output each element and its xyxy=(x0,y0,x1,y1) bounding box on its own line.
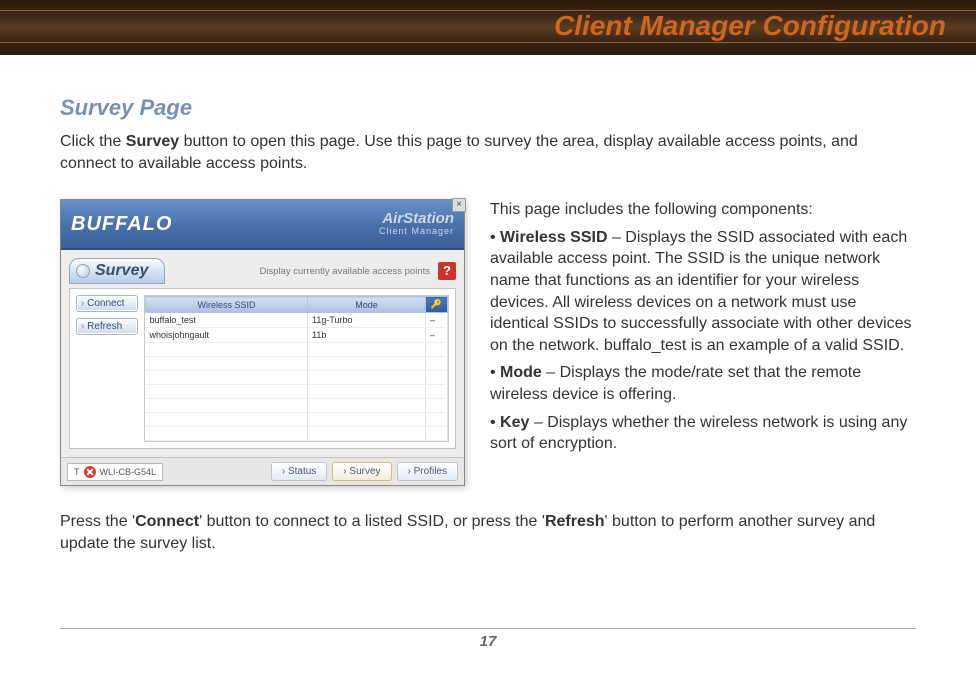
tab-status[interactable]: Status xyxy=(271,462,327,481)
table-row xyxy=(146,385,448,399)
window-body: Survey Display currently available acces… xyxy=(61,250,464,457)
tab-dot-icon xyxy=(76,264,90,278)
product-name: AirStation xyxy=(379,211,454,228)
table-row xyxy=(146,371,448,385)
col-key-icon[interactable]: 🔑 xyxy=(426,297,448,313)
caption-bar: Survey Display currently available acces… xyxy=(69,258,456,284)
bt-b2: Refresh xyxy=(545,513,605,530)
tab-profiles[interactable]: Profiles xyxy=(397,462,458,481)
caption-text: Display currently available access point… xyxy=(173,266,430,277)
cell-ssid: buffalo_test xyxy=(146,313,308,328)
bt-p2: ' button to connect to a listed SSID, or… xyxy=(199,513,545,530)
window-footer: T WLI-CB-G54L Status Survey Profiles xyxy=(61,457,464,485)
ssid-label: Wireless SSID xyxy=(500,229,607,246)
intro-suffix: button to open this page. Use this page … xyxy=(60,133,858,172)
cell-ssid: whoisjohngault xyxy=(146,328,308,343)
survey-tab-label: Survey xyxy=(95,262,148,280)
help-icon[interactable]: ? xyxy=(438,262,456,280)
intro-prefix: Click the xyxy=(60,133,126,150)
page-header-title: Client Manager Configuration xyxy=(554,10,946,42)
connect-button[interactable]: Connect xyxy=(76,295,138,312)
content: Survey Page Click the Survey button to o… xyxy=(0,55,976,554)
bullet-ssid: • Wireless SSID – Displays the SSID asso… xyxy=(490,227,916,357)
embedded-screenshot: × BUFFALO AirStation Client Manager Surv… xyxy=(60,199,465,486)
table-row[interactable]: whoisjohngault 11b – xyxy=(146,328,448,343)
table-row xyxy=(146,399,448,413)
ssid-text: – Displays the SSID associated with each… xyxy=(490,229,912,354)
table-row xyxy=(146,413,448,427)
header-band: Client Manager Configuration xyxy=(0,0,976,55)
cell-mode: 11g-Turbo xyxy=(308,313,426,328)
mode-text: – Displays the mode/rate set that the re… xyxy=(490,364,861,403)
components-intro: This page includes the following compone… xyxy=(490,199,916,221)
product-title: AirStation Client Manager xyxy=(379,211,454,237)
close-icon[interactable]: × xyxy=(452,198,466,212)
adapter-badge[interactable]: T WLI-CB-G54L xyxy=(67,463,163,481)
col-mode[interactable]: Mode xyxy=(308,297,426,313)
cell-key: – xyxy=(426,313,448,328)
product-subtitle: Client Manager xyxy=(379,227,454,237)
brand-logo: BUFFALO xyxy=(71,213,172,236)
survey-tab[interactable]: Survey xyxy=(69,258,165,284)
results-table: Wireless SSID Mode 🔑 buffalo_test 11g-Tu… xyxy=(144,295,449,442)
adapter-label: WLI-CB-G54L xyxy=(100,467,157,477)
bt-p1: Press the ' xyxy=(60,513,135,530)
table-row[interactable]: buffalo_test 11g-Turbo – xyxy=(146,313,448,328)
section-title: Survey Page xyxy=(60,95,916,121)
components-description: This page includes the following compone… xyxy=(490,199,916,486)
adapter-status-icon: T xyxy=(74,467,80,477)
intro-bold: Survey xyxy=(126,133,179,150)
table-row xyxy=(146,343,448,357)
bullet-key: • Key – Displays whether the wireless ne… xyxy=(490,412,916,455)
key-text: – Displays whether the wireless network … xyxy=(490,414,907,453)
refresh-button[interactable]: Refresh xyxy=(76,318,138,335)
footer-tabs: Status Survey Profiles xyxy=(271,462,458,481)
two-column-layout: × BUFFALO AirStation Client Manager Surv… xyxy=(60,199,916,486)
page-footer: 17 xyxy=(60,628,916,650)
cell-key: – xyxy=(426,328,448,343)
disconnected-icon xyxy=(84,466,96,478)
intro-text: Click the Survey button to open this pag… xyxy=(60,131,916,174)
ssid-table: Wireless SSID Mode 🔑 buffalo_test 11g-Tu… xyxy=(145,296,448,441)
window-titlebar: × BUFFALO AirStation Client Manager xyxy=(61,200,464,250)
main-panel: Connect Refresh Wireless SSID Mode 🔑 xyxy=(69,288,456,449)
key-label: Key xyxy=(500,414,529,431)
bullet-mode: • Mode – Displays the mode/rate set that… xyxy=(490,362,916,405)
table-row xyxy=(146,427,448,441)
cell-mode: 11b xyxy=(308,328,426,343)
col-ssid[interactable]: Wireless SSID xyxy=(146,297,308,313)
tab-survey[interactable]: Survey xyxy=(332,462,391,481)
bottom-instruction: Press the 'Connect' button to connect to… xyxy=(60,511,916,554)
app-window: × BUFFALO AirStation Client Manager Surv… xyxy=(60,199,465,486)
table-row xyxy=(146,357,448,371)
page-number: 17 xyxy=(480,633,497,650)
bt-b1: Connect xyxy=(135,513,199,530)
side-buttons: Connect Refresh xyxy=(76,295,138,442)
mode-label: Mode xyxy=(500,364,542,381)
